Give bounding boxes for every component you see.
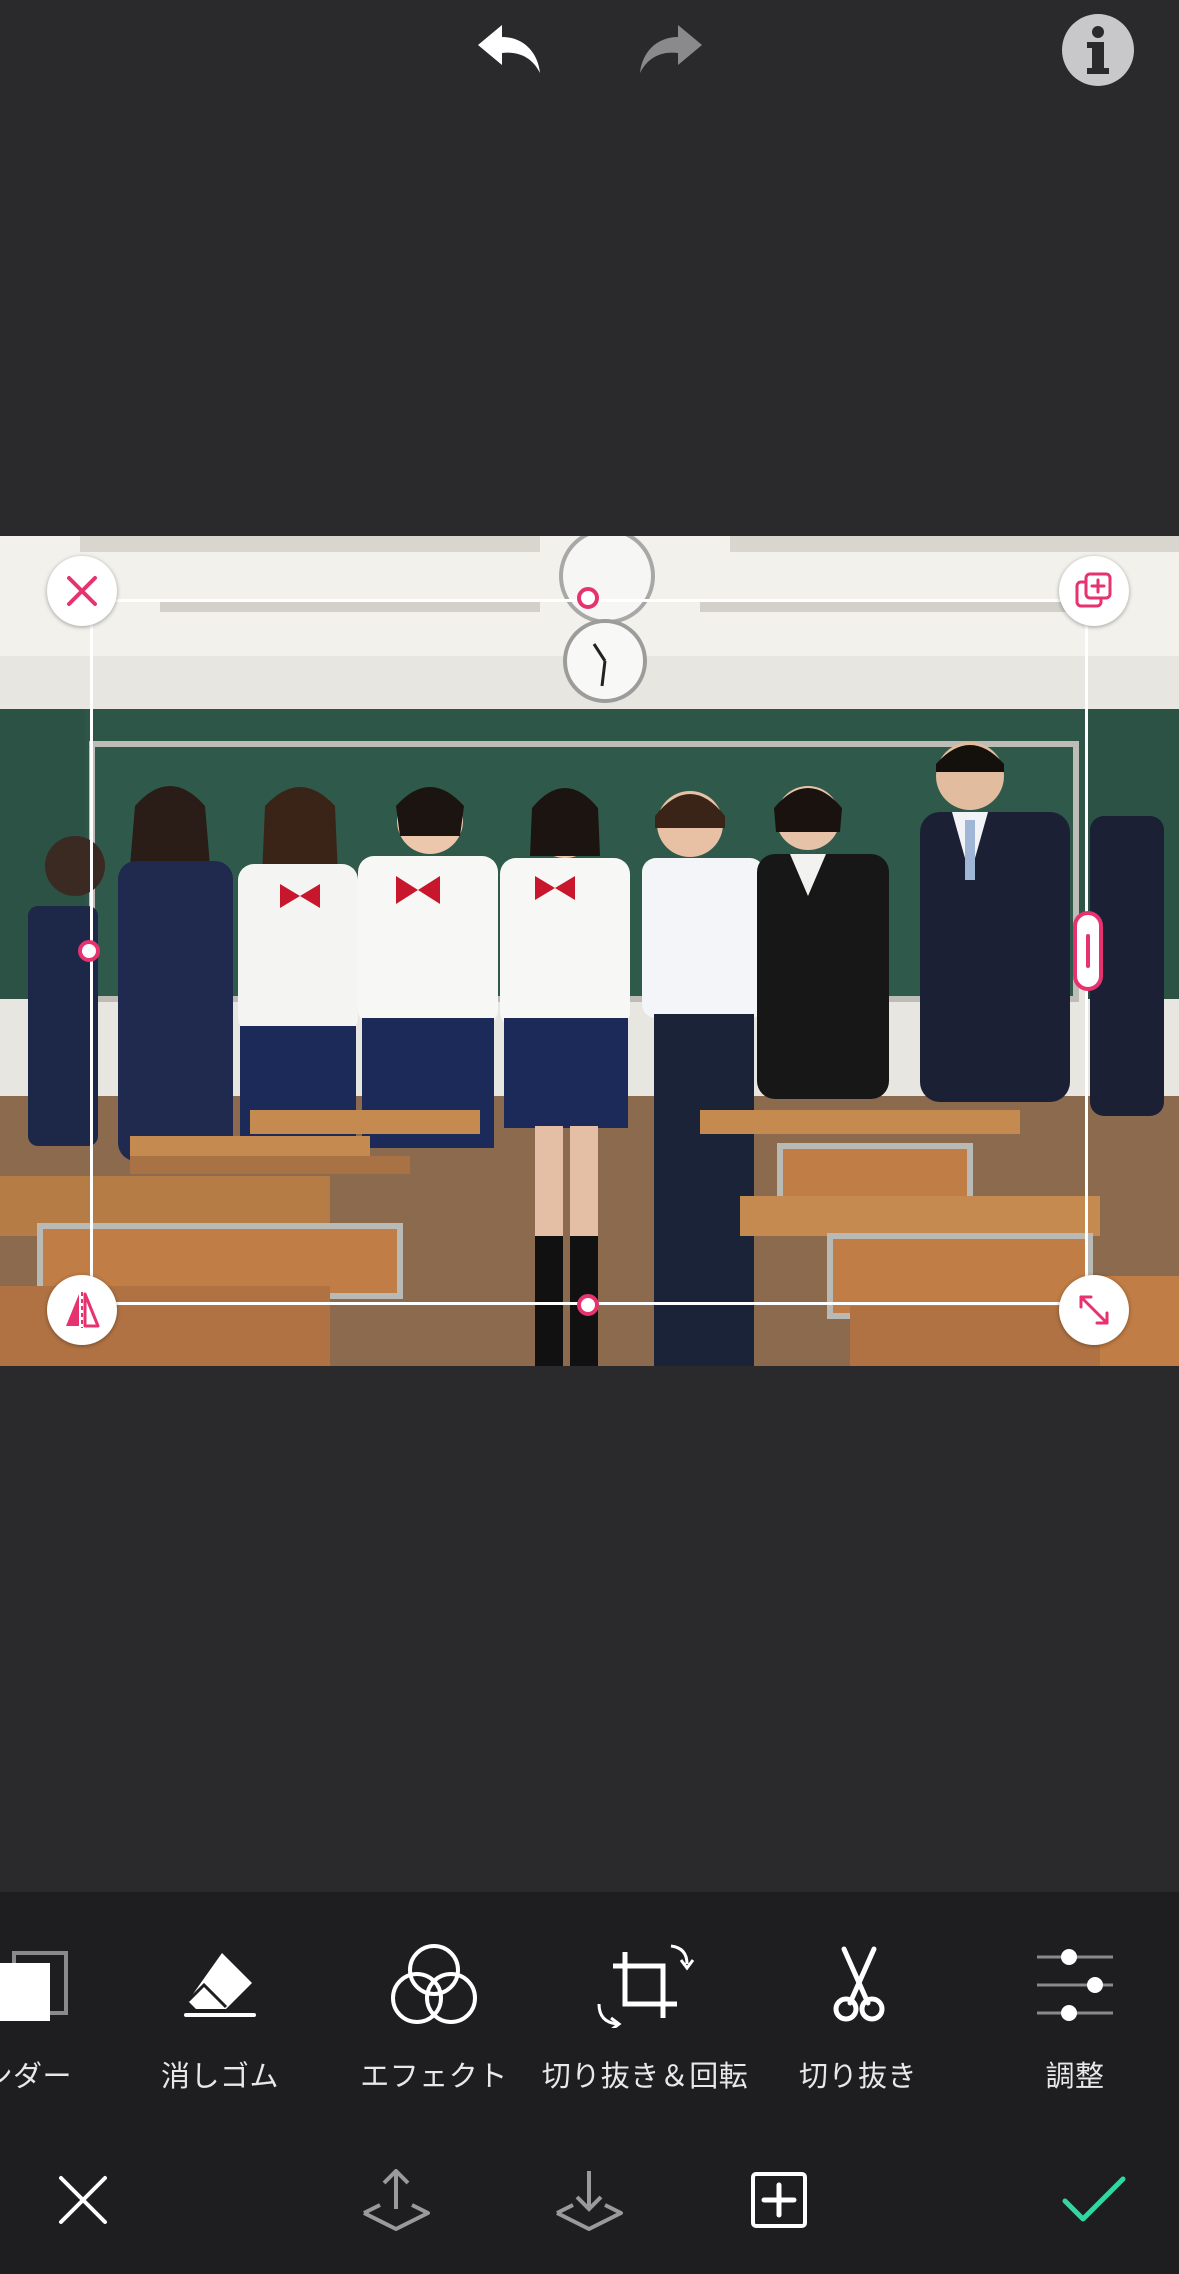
tool-eraser[interactable]: 消しゴム [140, 1935, 300, 2105]
undo-button[interactable] [470, 14, 550, 84]
info-icon [1062, 14, 1134, 86]
scissors-icon [833, 1946, 885, 2022]
crop-rotate-icon [597, 1944, 695, 2028]
tool-blend[interactable]: ンダー [0, 1935, 72, 2105]
tool-label: 消しゴム [160, 2059, 279, 2093]
duplicate-layer-button[interactable] [1059, 556, 1129, 626]
tool-crop-rotate[interactable]: 切り抜き＆回転 [530, 1935, 760, 2105]
confirm-button[interactable] [1050, 2160, 1138, 2240]
close-icon [59, 2176, 107, 2224]
bring-forward-button[interactable] [355, 2160, 437, 2240]
tool-label: エフェクト [360, 2059, 508, 2093]
add-layer-button[interactable] [738, 2160, 820, 2240]
cancel-button[interactable] [42, 2160, 124, 2240]
tool-label: ンダー [0, 2059, 72, 2093]
flip-icon [66, 1292, 100, 1328]
info-button[interactable] [1061, 13, 1135, 87]
move-up-icon [363, 2169, 430, 2231]
undo-arrow-icon [478, 25, 540, 73]
top-edge-handle[interactable] [577, 587, 599, 609]
eraser-icon [184, 1953, 256, 2017]
sliders-icon [1037, 1949, 1113, 2021]
tool-adjust[interactable]: 調整 [1000, 1935, 1150, 2105]
effects-circles-icon [391, 1944, 477, 2024]
close-icon [67, 576, 97, 606]
tool-label: 切り抜き [798, 2059, 917, 2093]
resize-arrows-icon [1079, 1295, 1109, 1325]
tool-cutout[interactable]: 切り抜き [778, 1935, 938, 2105]
move-down-icon [556, 2171, 623, 2231]
redo-button[interactable] [630, 14, 710, 84]
left-edge-handle[interactable] [78, 940, 100, 962]
redo-arrow-icon [640, 25, 702, 73]
duplicate-icon [1075, 572, 1112, 608]
flip-layer-button[interactable] [47, 1275, 117, 1345]
selection-frame[interactable] [90, 599, 1088, 1305]
blend-layers-icon [0, 1951, 68, 2021]
check-icon [1062, 2176, 1126, 2222]
add-square-icon [751, 2172, 807, 2228]
resize-rotate-handle[interactable] [1059, 1275, 1129, 1345]
tool-label: 調整 [1045, 2059, 1105, 2093]
tool-label: 切り抜き＆回転 [541, 2059, 749, 2093]
right-edge-handle[interactable] [1073, 911, 1103, 991]
tool-effects[interactable]: エフェクト [344, 1935, 524, 2105]
bottom-edge-handle[interactable] [577, 1294, 599, 1316]
send-backward-button[interactable] [548, 2160, 630, 2240]
delete-layer-button[interactable] [47, 556, 117, 626]
